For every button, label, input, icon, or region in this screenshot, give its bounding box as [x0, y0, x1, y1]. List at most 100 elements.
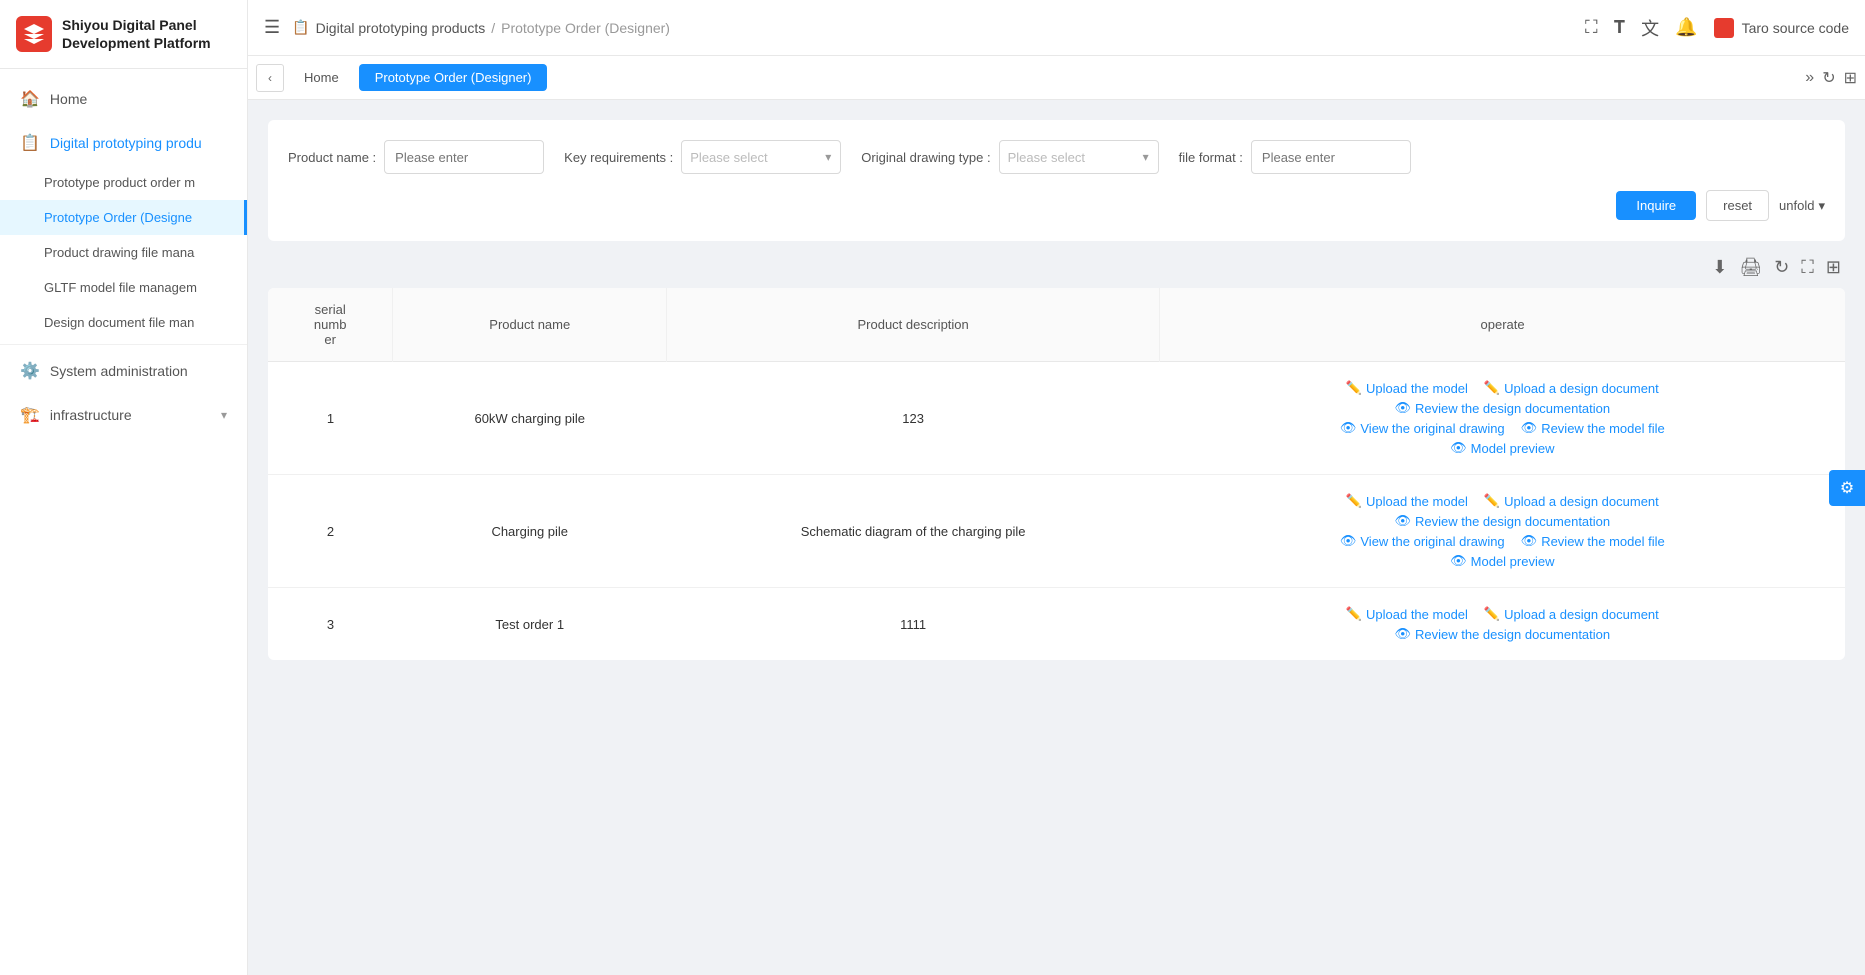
- bell-icon[interactable]: 🔔: [1675, 17, 1697, 38]
- file-format-input[interactable]: [1251, 140, 1411, 174]
- sidebar: Shiyou Digital PanelDevelopment Platform…: [0, 0, 248, 975]
- table-header-row: serialnumber Product name Product descri…: [268, 288, 1845, 362]
- review-design-doc-link-3[interactable]: 👁Review the design documentation: [1394, 626, 1610, 642]
- upload-design-doc-link-3[interactable]: ✏️Upload a design document: [1484, 606, 1659, 622]
- fullscreen-icon[interactable]: ⛶: [1585, 17, 1598, 38]
- review-model-file-link-1[interactable]: 👁Review the model file: [1521, 420, 1665, 436]
- topbar-brand: Taro source code: [1714, 18, 1849, 38]
- topbar: ☰ 📋 Digital prototyping products / Proto…: [248, 0, 1865, 56]
- product-name-label: Product name :: [288, 150, 376, 165]
- cell-desc-1: 123: [667, 362, 1160, 475]
- eye-icon: 👁: [1394, 400, 1411, 416]
- app-title: Shiyou Digital PanelDevelopment Platform: [62, 16, 211, 52]
- sidebar-navigation: 🏠 Home 📋 Digital prototyping produ Proto…: [0, 69, 247, 975]
- product-name-input[interactable]: [384, 140, 544, 174]
- upload-design-doc-link-2[interactable]: ✏️Upload a design document: [1484, 493, 1659, 509]
- tab-collapse-arrow[interactable]: ‹: [256, 64, 284, 92]
- sidebar-item-home[interactable]: 🏠 Home: [0, 77, 247, 121]
- breadcrumb-current: Prototype Order (Designer): [501, 20, 670, 36]
- reset-button[interactable]: reset: [1706, 190, 1769, 221]
- chevron-down-icon: ▾: [221, 408, 227, 422]
- view-original-drawing-link-1[interactable]: 👁View the original drawing: [1340, 420, 1505, 436]
- download-icon[interactable]: ⬇: [1712, 257, 1727, 278]
- sidebar-subitem-active-label: Prototype Order (Designe: [44, 210, 192, 225]
- edit-icon: ✏️: [1346, 493, 1362, 509]
- logo-icon: [16, 16, 52, 52]
- text-size-icon[interactable]: 𝐓: [1614, 17, 1626, 38]
- sidebar-item-infra-label: infrastructure: [50, 407, 132, 423]
- translate-icon[interactable]: 文: [1641, 15, 1659, 41]
- view-original-drawing-link-2[interactable]: 👁View the original drawing: [1340, 533, 1505, 549]
- tab-grid-icon[interactable]: ⊞: [1844, 68, 1857, 88]
- digital-icon: 📋: [20, 133, 40, 153]
- sidebar-item-product-drawing[interactable]: Product drawing file mana: [0, 235, 247, 270]
- op-row-2b: 👁Review the design documentation: [1394, 513, 1610, 529]
- tab-prototype-order-designer[interactable]: Prototype Order (Designer): [359, 64, 548, 91]
- expand-icon[interactable]: ⛶: [1801, 257, 1814, 278]
- table-row: 2 Charging pile Schematic diagram of the…: [268, 475, 1845, 588]
- col-product-name: Product name: [393, 288, 667, 362]
- upload-model-link-1[interactable]: ✏️Upload the model: [1346, 380, 1468, 396]
- sidebar-item-prototype-order-m[interactable]: Prototype product order m: [0, 165, 247, 200]
- inquire-button[interactable]: Inquire: [1616, 191, 1696, 220]
- data-table: serialnumber Product name Product descri…: [268, 288, 1845, 660]
- menu-toggle-icon[interactable]: ☰: [264, 17, 280, 38]
- original-drawing-select-wrap: Please select: [999, 140, 1159, 174]
- model-preview-link-2[interactable]: 👁Model preview: [1450, 553, 1554, 569]
- topbar-actions: ⛶ 𝐓 文 🔔 Taro source code: [1585, 15, 1849, 41]
- table-body: 1 60kW charging pile 123 ✏️Upload the mo…: [268, 362, 1845, 661]
- tab-home[interactable]: Home: [288, 64, 355, 91]
- review-model-file-link-2[interactable]: 👁Review the model file: [1521, 533, 1665, 549]
- review-design-doc-link-1[interactable]: 👁Review the design documentation: [1394, 400, 1610, 416]
- breadcrumb-page-icon: 📋: [292, 19, 309, 36]
- col-serial: serialnumber: [268, 288, 393, 362]
- columns-icon[interactable]: ⊞: [1826, 257, 1841, 278]
- sidebar-item-gltf[interactable]: GLTF model file managem: [0, 270, 247, 305]
- eye-icon: 👁: [1450, 553, 1467, 569]
- upload-model-link-3[interactable]: ✏️Upload the model: [1346, 606, 1468, 622]
- op-row-1d: 👁Model preview: [1450, 440, 1554, 456]
- unfold-button[interactable]: unfold ▾: [1779, 198, 1825, 214]
- op-row-2a: ✏️Upload the model ✏️Upload a design doc…: [1346, 493, 1659, 509]
- cell-name-3: Test order 1: [393, 588, 667, 661]
- model-preview-link-1[interactable]: 👁Model preview: [1450, 440, 1554, 456]
- key-req-select[interactable]: Please select: [681, 140, 841, 174]
- key-req-select-wrap: Please select: [681, 140, 841, 174]
- original-drawing-select[interactable]: Please select: [999, 140, 1159, 174]
- sidebar-subitem-label: Prototype product order m: [44, 175, 195, 190]
- refresh-icon[interactable]: ↻: [1774, 257, 1789, 278]
- op-row-2c: 👁View the original drawing 👁Review the m…: [1340, 533, 1665, 549]
- tab-refresh-icon[interactable]: ↻: [1822, 68, 1835, 88]
- cell-name-2: Charging pile: [393, 475, 667, 588]
- eye-icon: 👁: [1394, 626, 1411, 642]
- sidebar-item-design-doc[interactable]: Design document file man: [0, 305, 247, 340]
- brand-name: Taro source code: [1742, 20, 1849, 36]
- table-header: serialnumber Product name Product descri…: [268, 288, 1845, 362]
- edit-icon: ✏️: [1484, 493, 1500, 509]
- op-row-3b: 👁Review the design documentation: [1394, 626, 1610, 642]
- upload-model-link-2[interactable]: ✏️Upload the model: [1346, 493, 1468, 509]
- original-drawing-label: Original drawing type :: [861, 150, 990, 165]
- sidebar-subitem-designdoc-label: Design document file man: [44, 315, 194, 330]
- tab-more-icon[interactable]: »: [1805, 69, 1814, 87]
- home-icon: 🏠: [20, 89, 40, 109]
- print-icon[interactable]: 🖨: [1739, 257, 1762, 278]
- sidebar-item-infrastructure[interactable]: 🏗️ infrastructure ▾: [0, 393, 247, 437]
- cell-desc-3: 1111: [667, 588, 1160, 661]
- edit-icon: ✏️: [1346, 606, 1362, 622]
- sidebar-subitem-gltf-label: GLTF model file managem: [44, 280, 197, 295]
- tab-actions: » ↻ ⊞: [1805, 68, 1857, 88]
- sidebar-item-digital[interactable]: 📋 Digital prototyping produ: [0, 121, 247, 165]
- sidebar-item-prototype-order-d[interactable]: Prototype Order (Designe: [0, 200, 247, 235]
- cell-operate-3: ✏️Upload the model ✏️Upload a design doc…: [1160, 588, 1845, 661]
- table-row: 1 60kW charging pile 123 ✏️Upload the mo…: [268, 362, 1845, 475]
- sidebar-item-system-admin[interactable]: ⚙️ System administration: [0, 349, 247, 393]
- settings-float-button[interactable]: ⚙: [1829, 470, 1865, 506]
- op-row-3a: ✏️Upload the model ✏️Upload a design doc…: [1346, 606, 1659, 622]
- tabbar: ‹ Home Prototype Order (Designer) » ↻ ⊞: [248, 56, 1865, 100]
- review-design-doc-link-2[interactable]: 👁Review the design documentation: [1394, 513, 1610, 529]
- upload-design-doc-link-1[interactable]: ✏️Upload a design document: [1484, 380, 1659, 396]
- op-row-1c: 👁View the original drawing 👁Review the m…: [1340, 420, 1665, 436]
- chevron-down-icon: ▾: [1818, 198, 1825, 214]
- search-panel: Product name : Key requirements : Please…: [268, 120, 1845, 241]
